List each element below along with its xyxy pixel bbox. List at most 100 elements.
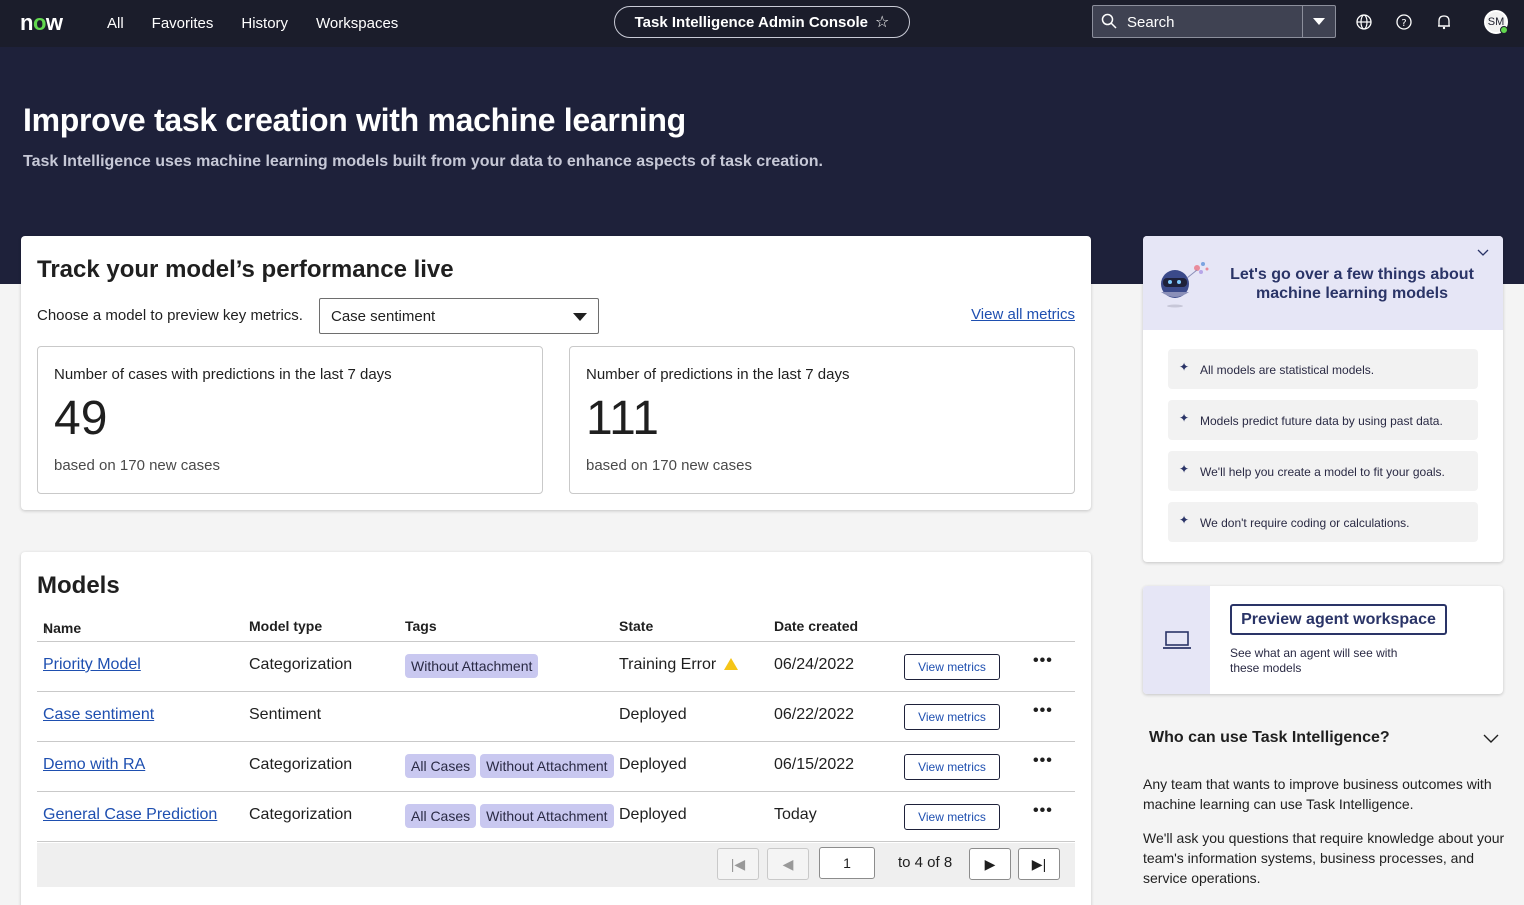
model-name-link[interactable]: Priority Model — [43, 656, 141, 674]
model-name-link[interactable]: General Case Prediction — [43, 806, 217, 824]
more-actions-icon[interactable]: ••• — [1033, 702, 1053, 720]
model-tags: Without Attachment — [405, 654, 542, 678]
model-date: Today — [774, 806, 817, 823]
global-search[interactable]: Search — [1092, 5, 1336, 38]
view-metrics-button[interactable]: View metrics — [904, 804, 1000, 830]
who-can-use-heading[interactable]: Who can use Task Intelligence? — [1149, 729, 1390, 747]
nav-links: All Favorites History Workspaces — [107, 0, 426, 47]
table-row: Demo with RA Categorization All Cases Wit… — [37, 742, 1075, 792]
laptop-icon — [1163, 631, 1191, 649]
sort-ascending-icon: ↑ — [43, 620, 50, 636]
page-number-input[interactable]: 1 — [819, 847, 875, 879]
sparkle-icon: ✦ — [1179, 360, 1190, 374]
view-metrics-button[interactable]: View metrics — [904, 754, 1000, 780]
model-state: Deployed — [619, 706, 687, 723]
chevron-down-icon — [1313, 17, 1325, 25]
ml-tip: ✦ All models are statistical models. — [1168, 349, 1478, 389]
nav-workspaces[interactable]: Workspaces — [316, 15, 398, 32]
model-type: Sentiment — [249, 706, 322, 723]
view-metrics-button[interactable]: View metrics — [904, 654, 1000, 680]
sparkle-icon: ✦ — [1179, 462, 1190, 476]
model-date: 06/22/2022 — [774, 706, 855, 723]
ml-tip: ✦ We'll help you create a model to fit yo… — [1168, 451, 1478, 491]
console-title-pill[interactable]: Task Intelligence Admin Console ☆ — [614, 6, 910, 38]
tag: All Cases — [405, 804, 477, 828]
tag: Without Attachment — [480, 754, 614, 778]
first-page-button[interactable]: |◀ — [717, 848, 759, 880]
prev-page-icon: ◀ — [782, 855, 794, 872]
preview-icon-box — [1143, 586, 1210, 694]
search-icon — [1101, 13, 1117, 29]
who-paragraph: Any team that wants to improve business … — [1143, 776, 1492, 812]
last-page-icon: ▶| — [1031, 855, 1047, 872]
help-icon[interactable]: ? — [1395, 13, 1413, 31]
globe-icon[interactable] — [1355, 13, 1373, 31]
model-select[interactable]: Case sentiment — [319, 298, 599, 334]
prev-page-button[interactable]: ◀ — [767, 848, 809, 880]
model-type: Categorization — [249, 656, 353, 673]
metric-card-predictions: Number of predictions in the last 7 days… — [569, 346, 1075, 494]
choose-model-label: Choose a model to preview key metrics. — [37, 307, 303, 324]
column-header-type[interactable]: Model type — [249, 618, 322, 634]
nav-history[interactable]: History — [241, 15, 288, 32]
more-actions-icon[interactable]: ••• — [1033, 802, 1053, 820]
metric-subtext: based on 170 new cases — [54, 457, 220, 474]
column-header-date[interactable]: Date created — [774, 618, 858, 634]
track-performance-card: Track your model’s performance live Choo… — [21, 236, 1091, 510]
view-metrics-button[interactable]: View metrics — [904, 704, 1000, 730]
metric-value: 111 — [586, 392, 659, 445]
model-type: Categorization — [249, 756, 353, 773]
model-date: 06/24/2022 — [774, 656, 855, 673]
table-row: Priority Model Categorization Without At… — [37, 642, 1075, 692]
search-input[interactable]: Search — [1127, 14, 1175, 31]
model-state: Deployed — [619, 756, 687, 773]
view-all-metrics-link[interactable]: View all metrics — [971, 306, 1075, 323]
console-title: Task Intelligence Admin Console — [634, 13, 869, 31]
more-actions-icon[interactable]: ••• — [1033, 652, 1053, 670]
search-scope-dropdown[interactable] — [1302, 6, 1335, 37]
model-state: Training Error — [619, 656, 739, 674]
table-row: General Case Prediction Categorization A… — [37, 792, 1075, 842]
page-range: to 4 of 8 — [898, 854, 953, 871]
collapse-chevron-icon[interactable] — [1477, 246, 1489, 258]
next-page-icon: ▶ — [984, 855, 996, 872]
ml-tip: ✦ We don't require coding or calculations… — [1168, 502, 1478, 542]
preview-agent-workspace-button[interactable]: Preview agent workspace — [1230, 604, 1447, 635]
ml-intro-card: Let's go over a few things about machine… — [1143, 236, 1503, 562]
now-logo[interactable]: now — [20, 10, 63, 36]
metric-label: Number of cases with predictions in the … — [54, 366, 392, 383]
model-type: Categorization — [249, 806, 353, 823]
ml-tip: ✦ Models predict future data by using pas… — [1168, 400, 1478, 440]
first-page-icon: |◀ — [730, 855, 746, 872]
more-actions-icon[interactable]: ••• — [1033, 752, 1053, 770]
avatar[interactable]: SM — [1484, 10, 1508, 34]
last-page-button[interactable]: ▶| — [1018, 848, 1060, 880]
model-state: Deployed — [619, 806, 687, 823]
pagination: |◀ ◀ 1 to 4 of 8 ▶ ▶| — [37, 843, 1075, 887]
preview-description: See what an agent will see with these mo… — [1230, 646, 1398, 675]
caret-down-icon — [573, 313, 587, 321]
tag: All Cases — [405, 754, 477, 778]
expand-chevron-icon[interactable] — [1483, 732, 1499, 744]
models-card: Models Name ↑ Model type Tags State Date… — [21, 552, 1091, 905]
nav-favorites[interactable]: Favorites — [152, 15, 214, 32]
model-name-link[interactable]: Demo with RA — [43, 756, 145, 774]
model-name-link[interactable]: Case sentiment — [43, 706, 154, 724]
table-header: Name ↑ Model type Tags State Date create… — [37, 616, 1075, 642]
bell-icon[interactable] — [1435, 13, 1453, 31]
preview-workspace-card: Preview agent workspace See what an agen… — [1143, 586, 1503, 694]
metric-card-cases: Number of cases with predictions in the … — [37, 346, 543, 494]
metric-subtext: based on 170 new cases — [586, 457, 752, 474]
next-page-button[interactable]: ▶ — [969, 848, 1011, 880]
metric-label: Number of predictions in the last 7 days — [586, 366, 850, 383]
nav-all[interactable]: All — [107, 15, 124, 32]
column-header-state[interactable]: State — [619, 618, 653, 634]
model-tags: All Cases Without Attachment — [405, 754, 618, 778]
robot-illustration — [1161, 262, 1209, 308]
table-row: Case sentiment Sentiment Deployed 06/22/… — [37, 692, 1075, 742]
top-nav: now All Favorites History Workspaces Tas… — [0, 0, 1524, 47]
column-header-tags[interactable]: Tags — [405, 618, 437, 634]
ml-intro-title: Let's go over a few things about machine… — [1230, 266, 1474, 302]
star-icon[interactable]: ☆ — [875, 12, 889, 32]
warning-icon — [724, 658, 739, 670]
